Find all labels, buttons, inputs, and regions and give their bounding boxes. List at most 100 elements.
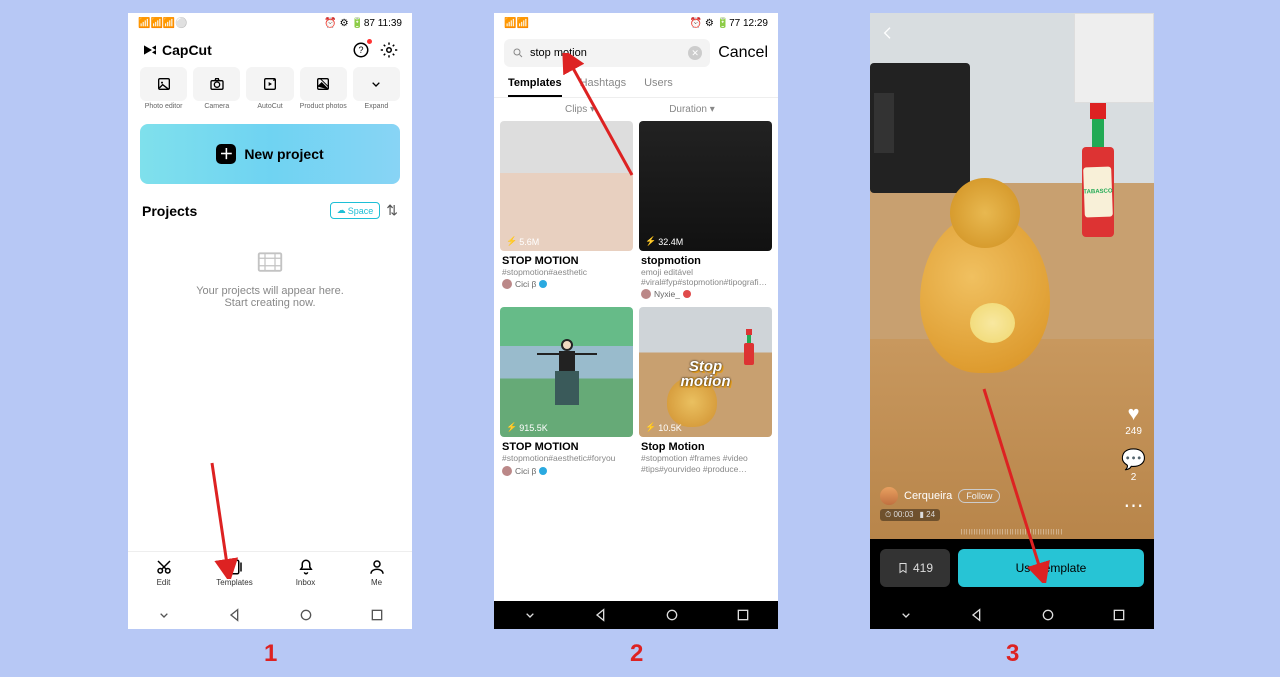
like-count: 249 — [1121, 426, 1146, 437]
bottle-graphic: TABASCO — [1082, 103, 1114, 237]
nav-me[interactable]: Me — [341, 552, 412, 601]
nav-home-icon[interactable] — [664, 607, 680, 623]
back-button[interactable] — [880, 25, 896, 41]
clear-search-icon[interactable]: ✕ — [688, 46, 702, 60]
more-button[interactable]: ⋯ — [1121, 493, 1146, 518]
scrubber[interactable]: |||||||||||||||||||||||||||||||||||||||| — [961, 529, 1063, 535]
card-title: STOP MOTION — [500, 441, 633, 453]
screen-2: 📶📶 ⏰ ⚙ 🔋77 12:29 ✕ Cancel Templates Hash… — [494, 13, 778, 629]
template-preview[interactable]: TABASCO — [870, 13, 1154, 539]
settings-icon[interactable] — [380, 41, 398, 59]
comment-icon: 💬 — [1121, 447, 1146, 472]
bookmark-button[interactable]: 419 — [880, 549, 950, 587]
tool-photo-editor[interactable]: Photo editor — [140, 67, 187, 110]
author-avatar[interactable] — [880, 487, 898, 505]
android-nav — [870, 601, 1154, 629]
card-thumbnail: ⚡5.6M — [500, 121, 633, 251]
nav-home-icon[interactable] — [1040, 607, 1056, 623]
card-views: ⚡32.4M — [645, 236, 683, 247]
food-graphic — [920, 213, 1050, 373]
heart-icon: ♥ — [1121, 403, 1146, 426]
card-thumbnail: ⚡32.4M — [639, 121, 772, 251]
nav-back-icon[interactable] — [969, 607, 985, 623]
filter-clips[interactable]: Clips ▾ — [524, 104, 636, 115]
nav-recent-icon[interactable] — [735, 607, 751, 623]
clip-count: ▮ 24 — [920, 510, 936, 520]
search-row: ✕ Cancel — [494, 33, 778, 73]
status-left: 📶📶📶⚪ — [138, 18, 188, 29]
results-grid: ⚡5.6M STOP MOTION #stopmotion#aesthetic … — [494, 121, 778, 478]
tab-templates[interactable]: Templates — [508, 77, 562, 97]
template-card[interactable]: ⚡32.4M stopmotion emoji editável #viral#… — [639, 121, 772, 301]
empty-line1: Your projects will appear here. — [128, 285, 412, 297]
nav-back-icon[interactable] — [593, 607, 609, 623]
tab-users[interactable]: Users — [644, 77, 673, 97]
sort-icon[interactable]: ⇅ — [386, 202, 398, 219]
search-box[interactable]: ✕ — [504, 39, 710, 67]
template-card[interactable]: ⚡915.5K STOP MOTION #stopmotion#aestheti… — [500, 307, 633, 477]
nav-dropdown-icon[interactable] — [898, 607, 914, 623]
bottom-nav: Edit Templates Inbox Me — [128, 551, 412, 601]
verified-icon — [539, 280, 547, 288]
help-icon[interactable]: ? — [352, 41, 370, 59]
card-tags: #stopmotion#aesthetic#foryou — [500, 453, 633, 463]
comment-count: 2 — [1121, 472, 1146, 483]
cloud-icon: ☁ — [337, 205, 346, 216]
card-views: ⚡915.5K — [506, 422, 548, 433]
nav-recent-icon[interactable] — [369, 607, 385, 623]
filter-duration[interactable]: Duration ▾ — [636, 104, 748, 115]
status-right: ⏰ ⚙ 🔋77 12:29 — [690, 18, 768, 29]
template-card[interactable]: ⚡5.6M STOP MOTION #stopmotion#aesthetic … — [500, 121, 633, 301]
tab-hashtags[interactable]: Hashtags — [580, 77, 626, 97]
nav-back-icon[interactable] — [227, 607, 243, 623]
tool-camera[interactable]: Camera — [193, 67, 240, 110]
search-tabs: Templates Hashtags Users — [494, 73, 778, 98]
empty-state: Your projects will appear here. Start cr… — [128, 247, 412, 309]
author-row: Cerqueira Follow — [880, 487, 1000, 505]
step-label-1: 1 — [264, 640, 277, 668]
bookmark-icon — [897, 562, 909, 574]
duration: ⏱ 00:03 — [885, 510, 914, 520]
tool-product-photos[interactable]: Product photos — [300, 67, 347, 110]
use-template-button[interactable]: Use template — [958, 549, 1144, 587]
android-nav — [494, 601, 778, 629]
status-bar: 📶📶 ⏰ ⚙ 🔋77 12:29 — [494, 13, 778, 33]
tool-expand[interactable]: Expand — [353, 67, 400, 110]
avatar-icon — [502, 466, 512, 476]
nav-templates[interactable]: Templates — [199, 552, 270, 601]
card-author: Cici β — [500, 464, 633, 478]
cancel-button[interactable]: Cancel — [718, 44, 768, 62]
nav-dropdown-icon[interactable] — [522, 607, 538, 623]
avatar-icon — [641, 289, 651, 299]
product-icon — [315, 76, 331, 92]
user-icon — [368, 558, 386, 576]
nav-inbox[interactable]: Inbox — [270, 552, 341, 601]
card-tags: #stopmotion #frames #video #tips#yourvid… — [639, 453, 772, 473]
nav-home-icon[interactable] — [298, 607, 314, 623]
new-project-button[interactable]: ＋ New project — [140, 124, 400, 184]
filters-row: Clips ▾ Duration ▾ — [494, 98, 778, 121]
card-title: stopmotion — [639, 255, 772, 267]
like-button[interactable]: ♥ 249 — [1121, 403, 1146, 437]
follow-button[interactable]: Follow — [958, 489, 1000, 503]
chevron-left-icon — [880, 25, 896, 41]
notification-dot — [367, 39, 372, 44]
space-button[interactable]: ☁ Space — [330, 202, 381, 219]
template-card[interactable]: Stop motion ⚡10.5K Stop Motion #stopmoti… — [639, 307, 772, 477]
nav-dropdown-icon[interactable] — [156, 607, 172, 623]
search-input[interactable] — [530, 47, 682, 59]
card-tags: emoji editável #viral#fyp#stopmotion#tip… — [639, 267, 772, 287]
nav-edit[interactable]: Edit — [128, 552, 199, 601]
camera-icon — [209, 76, 225, 92]
card-thumbnail: ⚡915.5K — [500, 307, 633, 437]
comment-button[interactable]: 💬 2 — [1121, 447, 1146, 483]
nav-recent-icon[interactable] — [1111, 607, 1127, 623]
author-name[interactable]: Cerqueira — [904, 490, 952, 502]
image-icon — [156, 76, 172, 92]
chevron-down-icon — [368, 76, 384, 92]
tool-autocut[interactable]: AutoCut — [246, 67, 293, 110]
card-author: Nyxie_ — [639, 287, 772, 301]
status-bar: 📶📶📶⚪ ⏰ ⚙ 🔋87 11:39 — [128, 13, 412, 33]
thumbnail-overlay: Stop motion — [672, 359, 739, 389]
status-right: ⏰ ⚙ 🔋87 11:39 — [324, 18, 402, 29]
